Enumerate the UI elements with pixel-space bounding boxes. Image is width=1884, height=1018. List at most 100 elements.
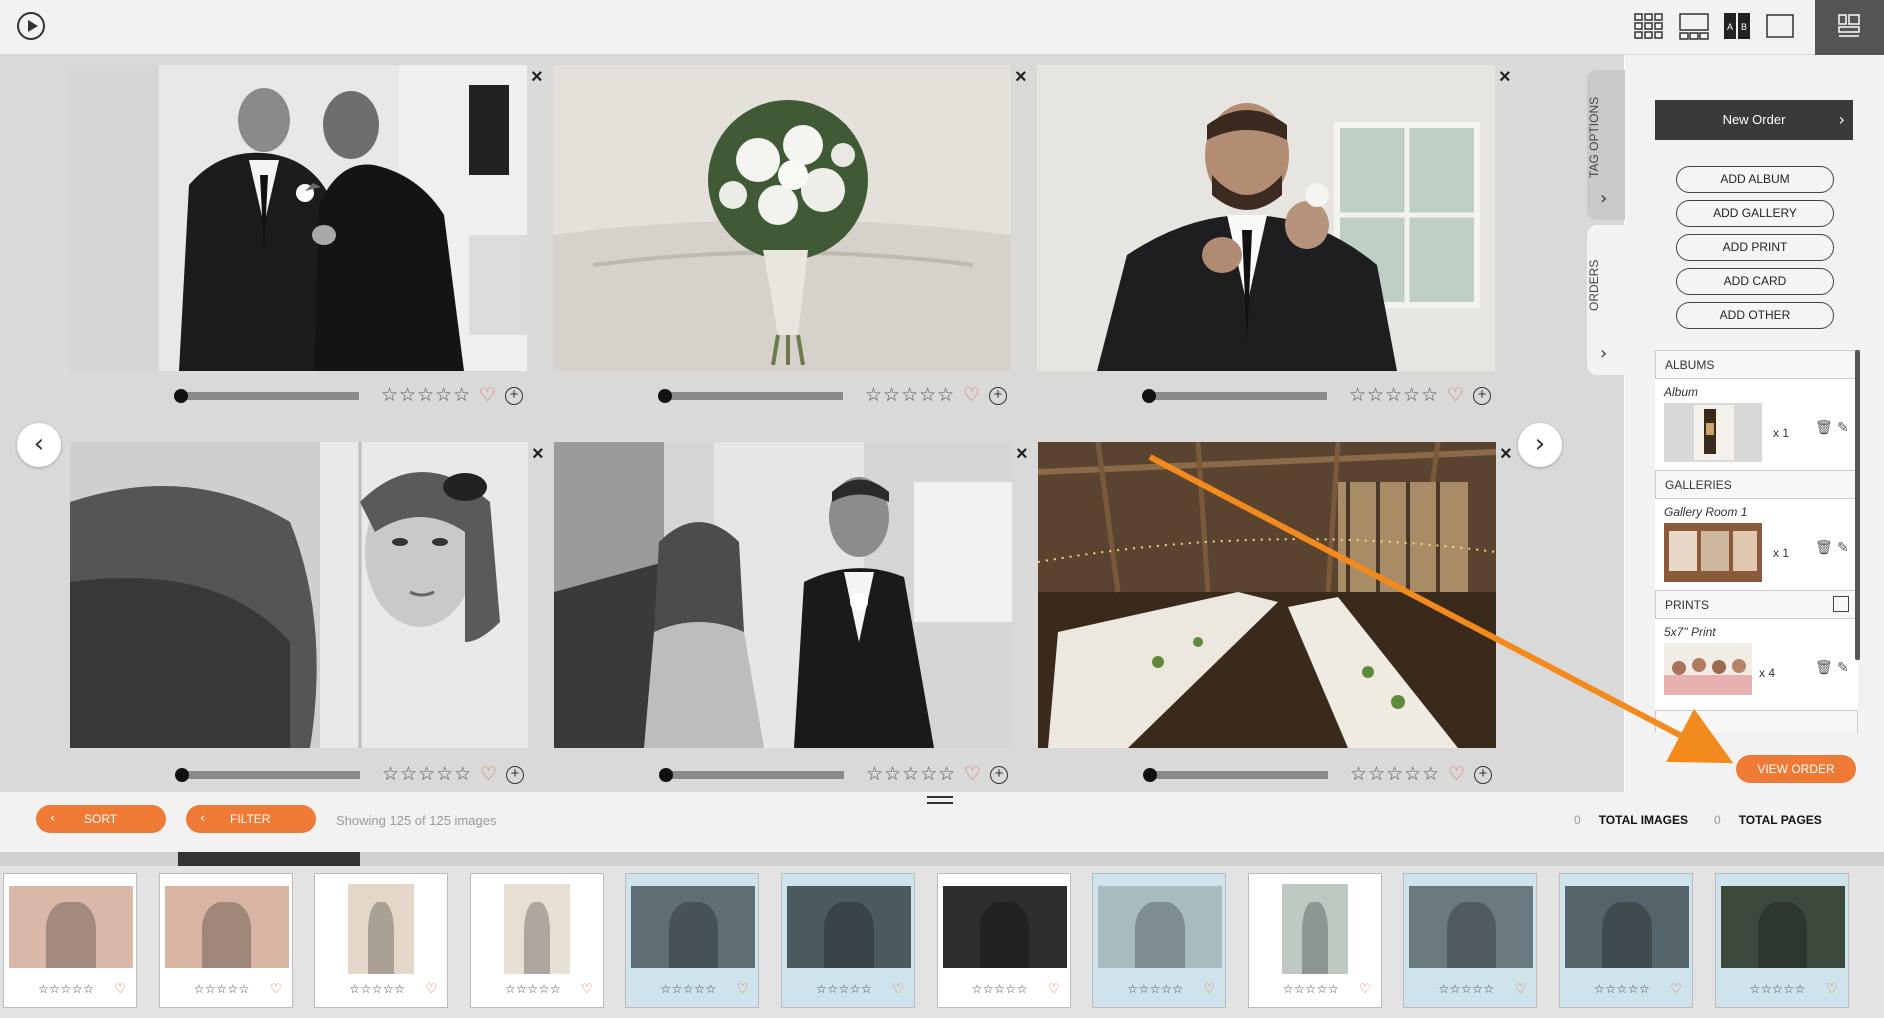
slider-knob[interactable]: [1143, 768, 1157, 782]
star-rating[interactable]: ☆☆☆☆☆: [382, 763, 472, 786]
tab-orders[interactable]: ORDERS ›: [1587, 225, 1625, 375]
filmstrip-thumbnail[interactable]: ☆☆☆☆☆ ♡: [314, 873, 449, 1008]
heart-icon[interactable]: ♡: [270, 981, 282, 997]
filmstrip-thumbnail[interactable]: ☆☆☆☆☆ ♡: [781, 873, 915, 1008]
filmstrip-scroll-thumb[interactable]: [178, 852, 360, 866]
resize-handle[interactable]: [927, 796, 953, 804]
trash-icon[interactable]: 🗑: [1815, 539, 1833, 556]
new-order-button[interactable]: New Order ›: [1655, 100, 1853, 140]
add-album-button[interactable]: ADD ALBUM: [1676, 166, 1834, 193]
view-order-button[interactable]: VIEW ORDER: [1736, 755, 1856, 783]
star-rating[interactable]: ☆☆☆☆☆: [505, 982, 561, 996]
remove-photo-button[interactable]: ×: [532, 444, 544, 464]
star-rating[interactable]: ☆☆☆☆☆: [1127, 982, 1183, 996]
add-other-button[interactable]: ADD OTHER: [1676, 302, 1834, 329]
star-rating[interactable]: ☆☆☆☆☆: [972, 982, 1028, 996]
photo-image[interactable]: [69, 65, 527, 371]
heart-icon[interactable]: ♡: [114, 981, 126, 997]
slider-knob[interactable]: [659, 768, 673, 782]
photo-image[interactable]: [1038, 442, 1496, 748]
filmstrip-thumbnail[interactable]: ☆☆☆☆☆ ♡: [469, 873, 604, 1008]
star-rating[interactable]: ☆☆☆☆☆: [865, 384, 955, 407]
heart-icon[interactable]: ♡: [892, 981, 904, 997]
filmstrip-thumbnail[interactable]: ☆☆☆☆☆ ♡: [3, 873, 137, 1008]
heart-icon[interactable]: ♡: [1448, 763, 1465, 786]
heart-icon[interactable]: ♡: [964, 763, 981, 786]
add-print-button[interactable]: ADD PRINT: [1676, 234, 1834, 261]
compare-view-icon[interactable]: [1679, 12, 1709, 40]
next-page-button[interactable]: ›: [1518, 423, 1562, 467]
star-rating[interactable]: ☆☆☆☆☆: [1594, 982, 1650, 996]
photo-image[interactable]: [553, 65, 1011, 371]
trash-icon[interactable]: 🗑: [1815, 419, 1833, 436]
filmstrip-thumbnail[interactable]: ☆☆☆☆☆ ♡: [1247, 873, 1382, 1008]
filter-button[interactable]: ‹ FILTER: [186, 805, 316, 833]
add-gallery-button[interactable]: ADD GALLERY: [1676, 200, 1834, 227]
slider-knob[interactable]: [658, 389, 672, 403]
heart-icon[interactable]: ♡: [737, 981, 749, 997]
filmstrip-thumbnail[interactable]: ☆☆☆☆☆ ♡: [1714, 873, 1849, 1008]
add-icon[interactable]: +: [506, 766, 524, 784]
heart-icon[interactable]: ♡: [1048, 981, 1060, 997]
trash-icon[interactable]: 🗑: [1815, 659, 1833, 676]
star-rating[interactable]: ☆☆☆☆☆: [660, 982, 716, 996]
add-icon[interactable]: +: [1474, 766, 1492, 784]
photo-image[interactable]: [554, 442, 1012, 748]
heart-icon[interactable]: ♡: [1515, 981, 1527, 997]
slider-knob[interactable]: [1142, 389, 1156, 403]
star-rating[interactable]: ☆☆☆☆☆: [816, 982, 872, 996]
remove-photo-button[interactable]: ×: [1499, 67, 1511, 87]
panel-toggle-icon[interactable]: [1815, 0, 1884, 55]
add-card-button[interactable]: ADD CARD: [1676, 268, 1834, 295]
add-icon[interactable]: +: [989, 387, 1007, 405]
play-icon[interactable]: [17, 12, 45, 40]
star-rating[interactable]: ☆☆☆☆☆: [1349, 384, 1439, 407]
remove-photo-button[interactable]: ×: [1016, 444, 1028, 464]
remove-photo-button[interactable]: ×: [531, 67, 543, 87]
star-rating[interactable]: ☆☆☆☆☆: [1350, 763, 1440, 786]
heart-icon[interactable]: ♡: [480, 763, 497, 786]
heart-icon[interactable]: ♡: [1447, 384, 1464, 407]
remove-photo-button[interactable]: ×: [1500, 444, 1512, 464]
heart-icon[interactable]: ♡: [963, 384, 980, 407]
heart-icon[interactable]: ♡: [1670, 981, 1682, 997]
photo-image[interactable]: [70, 442, 528, 748]
star-rating[interactable]: ☆☆☆☆☆: [866, 763, 956, 786]
filmstrip-thumbnail[interactable]: ☆☆☆☆☆ ♡: [625, 873, 760, 1008]
heart-icon[interactable]: ♡: [426, 981, 438, 997]
star-rating[interactable]: ☆☆☆☆☆: [1438, 982, 1494, 996]
star-rating[interactable]: ☆☆☆☆☆: [1750, 982, 1806, 996]
filmstrip-thumbnail[interactable]: ☆☆☆☆☆ ♡: [936, 873, 1071, 1008]
sort-button[interactable]: ‹ SORT: [36, 805, 166, 833]
filmstrip-thumbnail[interactable]: ☆☆☆☆☆ ♡: [158, 873, 293, 1008]
remove-photo-button[interactable]: ×: [1015, 67, 1027, 87]
slider-knob[interactable]: [174, 389, 188, 403]
star-rating[interactable]: ☆☆☆☆☆: [381, 384, 471, 407]
heart-icon[interactable]: ♡: [479, 384, 496, 407]
photo-image[interactable]: [1037, 65, 1495, 371]
filmstrip-thumbnail[interactable]: ☆☆☆☆☆ ♡: [1559, 873, 1693, 1008]
star-rating[interactable]: ☆☆☆☆☆: [194, 982, 250, 996]
add-icon[interactable]: +: [1473, 387, 1491, 405]
pencil-icon[interactable]: ✎: [1837, 659, 1849, 676]
filmstrip-thumbnail[interactable]: ☆☆☆☆☆ ♡: [1403, 873, 1538, 1008]
tab-tag-options[interactable]: TAG OPTIONS ›: [1587, 70, 1625, 220]
star-rating[interactable]: ☆☆☆☆☆: [1283, 982, 1339, 996]
prev-page-button[interactable]: ‹: [17, 423, 61, 467]
heart-icon[interactable]: ♡: [1826, 981, 1838, 997]
add-icon[interactable]: +: [505, 387, 523, 405]
heart-icon[interactable]: ♡: [1359, 981, 1371, 997]
star-rating[interactable]: ☆☆☆☆☆: [349, 982, 405, 996]
single-view-icon[interactable]: [1765, 12, 1795, 40]
heart-icon[interactable]: ♡: [581, 981, 593, 997]
pencil-icon[interactable]: ✎: [1837, 539, 1849, 556]
star-rating[interactable]: ☆☆☆☆☆: [38, 982, 94, 996]
filmstrip-thumbnail[interactable]: ☆☆☆☆☆ ♡: [1092, 873, 1227, 1008]
heart-icon[interactable]: ♡: [1204, 981, 1216, 997]
add-icon[interactable]: +: [990, 766, 1008, 784]
grid-view-icon[interactable]: [1634, 12, 1664, 40]
slider-knob[interactable]: [175, 768, 189, 782]
external-link-icon[interactable]: [1833, 596, 1849, 612]
orders-scrollbar[interactable]: [1855, 350, 1860, 660]
ab-view-icon[interactable]: A B: [1722, 12, 1752, 40]
